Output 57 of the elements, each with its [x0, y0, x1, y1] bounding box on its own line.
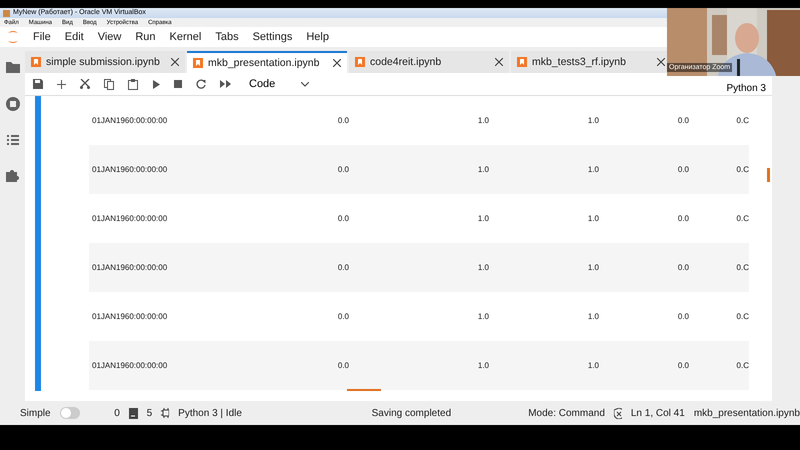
- table-cell-text: 1.0: [476, 116, 489, 125]
- table-cell-text: 0.C: [736, 116, 749, 125]
- menu-item[interactable]: Edit: [58, 31, 91, 43]
- table-cell-text: 1.0: [586, 361, 599, 370]
- table-cell-text: 01JAN1960:00:00:00: [91, 312, 168, 321]
- table-cell-text: 0.0: [676, 214, 689, 223]
- table-cell-text: 1.0: [476, 165, 489, 174]
- table-cell-text: 0.C: [736, 312, 749, 321]
- table-cell-text: 01JAN1960:00:00:00: [91, 116, 168, 125]
- table-cell-text: 1.0: [586, 116, 599, 125]
- status-message: Saving completed: [372, 408, 452, 418]
- table-cell-text: 1.0: [586, 214, 599, 223]
- table-cell-text: 0.C: [736, 361, 749, 370]
- menu-item[interactable]: View: [90, 31, 128, 43]
- mode-status: Mode: Command: [528, 408, 605, 418]
- kernel-name[interactable]: Python 3: [726, 83, 772, 95]
- notebook-tab[interactable]: simple submission.ipynb: [25, 51, 185, 73]
- kernel-status[interactable]: Python 3 | Idle: [178, 408, 242, 418]
- table-cell-text: 01JAN1960:00:00:00: [91, 263, 168, 272]
- table-cell-text: 0.0: [676, 312, 689, 321]
- menu-item[interactable]: File: [26, 31, 58, 43]
- table-cell-text: 01JAN1960:00:00:00: [91, 165, 168, 174]
- table-cell-text: 1.0: [586, 312, 599, 321]
- table-cell-text: 1.0: [476, 214, 489, 223]
- menu-item[interactable]: Settings: [246, 31, 300, 43]
- mode-label: Simple: [20, 408, 51, 418]
- table-cell-text: 0.0: [336, 214, 349, 223]
- cell-type-dropdown[interactable]: Code: [249, 78, 309, 90]
- menu-item[interactable]: Help: [299, 31, 336, 43]
- count-label: 0: [114, 408, 120, 418]
- table-cell-text: 0.0: [676, 165, 689, 174]
- menu-item[interactable]: Kernel: [162, 31, 208, 43]
- table-cell-text: 0.C: [736, 263, 749, 272]
- table-cell-text: 1.0: [476, 312, 489, 321]
- table-cell-text: 0.0: [336, 361, 349, 370]
- table-cell-text: 0.C: [736, 214, 749, 223]
- table-cell-text: 1.0: [586, 165, 599, 174]
- table-cell-text: 1.0: [586, 263, 599, 272]
- table-cell-text: 01JAN1960:00:00:00: [91, 214, 168, 223]
- table-cell-text: 0.C: [736, 165, 749, 174]
- count-label: 5: [146, 408, 152, 418]
- file-name: mkb_presentation.ipynb: [694, 408, 800, 418]
- table-cell-text: 0.0: [336, 263, 349, 272]
- table-cell-text: 0.0: [336, 165, 349, 174]
- table-cell-text: 0.0: [676, 361, 689, 370]
- table-cell-text: 0.0: [336, 116, 349, 125]
- table-cell-text: 1.0: [476, 361, 489, 370]
- menu-item[interactable]: Tabs: [208, 31, 246, 43]
- cursor-position: Ln 1, Col 41: [630, 408, 685, 418]
- table-cell-text: 0.0: [676, 116, 689, 125]
- table-cell-text: 1.0: [476, 263, 489, 272]
- table-cell-text: 0.0: [336, 312, 349, 321]
- notebook-tab[interactable]: mkb_presentation.ipynb: [187, 51, 347, 73]
- menu-item[interactable]: Run: [128, 31, 163, 43]
- notebook-tab[interactable]: code4reit.ipynb: [349, 51, 509, 73]
- table-cell-text: 0.0: [676, 263, 689, 272]
- table-cell-text: 01JAN1960:00:00:00: [91, 361, 168, 370]
